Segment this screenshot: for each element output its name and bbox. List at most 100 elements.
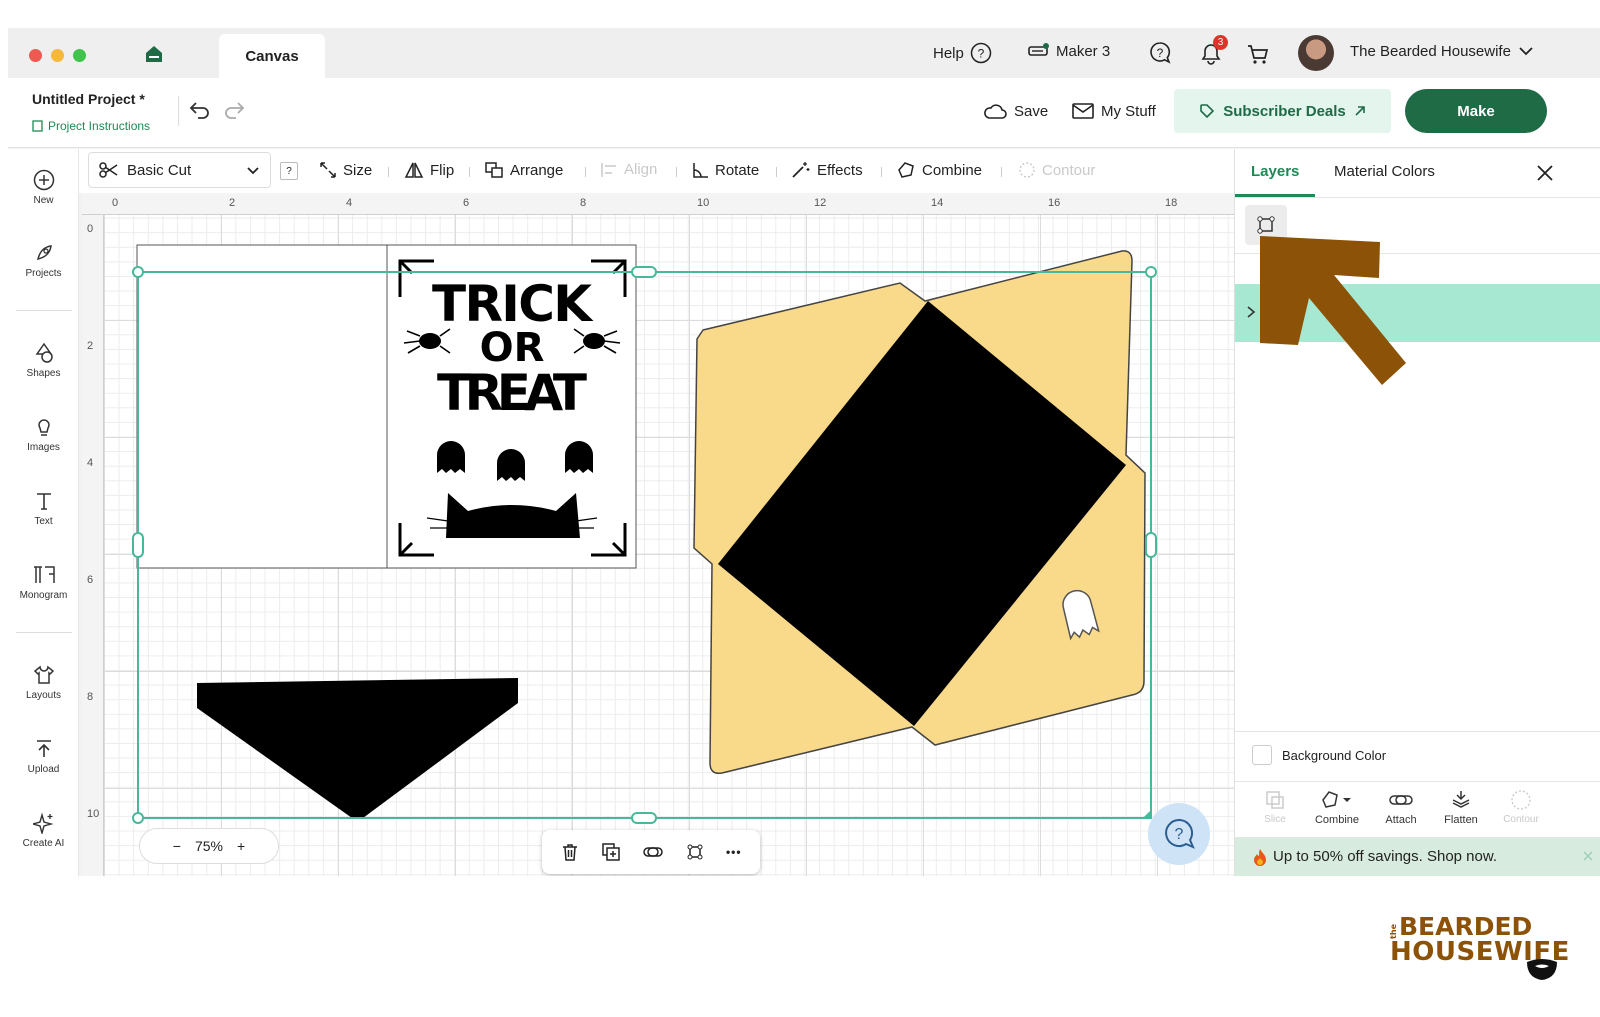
- nav-layouts[interactable]: Layouts: [8, 664, 79, 701]
- header-divider: [178, 96, 179, 126]
- nav-create-ai-label: Create AI: [22, 838, 65, 849]
- combine-button[interactable]: Combine: [1311, 789, 1363, 826]
- save-button[interactable]: Save: [983, 102, 1048, 120]
- align-tool[interactable]: Align: [600, 161, 657, 178]
- minimize-window-button[interactable]: [51, 49, 64, 62]
- attach-link-icon[interactable]: [642, 842, 664, 862]
- design-artwork[interactable]: TRICK OR TREAT: [82, 193, 1234, 876]
- combine-dropdown-icon: [1322, 791, 1351, 808]
- external-arrow-icon: [1355, 106, 1365, 116]
- undo-icon[interactable]: [188, 98, 212, 127]
- combine-icon: [898, 162, 914, 178]
- save-label: Save: [1014, 102, 1049, 120]
- subscriber-deals-button[interactable]: Subscriber Deals: [1174, 89, 1391, 133]
- quick-actions-bar: •••: [542, 830, 760, 874]
- user-name: The Bearded Housewife: [1350, 42, 1511, 60]
- more-options-button[interactable]: •••: [726, 845, 742, 859]
- zoom-window-button[interactable]: [73, 49, 86, 62]
- promo-banner[interactable]: Up to 50% off savings. Shop now.: [1235, 837, 1600, 876]
- arrange-icon: [485, 162, 503, 178]
- slice-icon: [1266, 791, 1284, 809]
- edit-toolbar: Basic Cut ? Size Flip Arrange Align Rota…: [8, 149, 1234, 193]
- help-bubble-icon: ?: [1165, 818, 1195, 849]
- scissors-icon: [99, 162, 118, 178]
- flip-label: Flip: [430, 161, 455, 179]
- close-window-button[interactable]: [29, 49, 42, 62]
- duplicate-icon[interactable]: [601, 842, 621, 862]
- operation-help-button[interactable]: ?: [280, 162, 298, 180]
- svg-text:?: ?: [1157, 46, 1164, 60]
- attach-button[interactable]: Attach: [1379, 789, 1423, 826]
- nav-create-ai[interactable]: Create AI: [8, 812, 79, 849]
- effects-tool[interactable]: Effects: [791, 161, 863, 179]
- contour-button[interactable]: Contour: [1499, 789, 1543, 825]
- operation-label: Basic Cut: [127, 161, 192, 179]
- question-bubble-icon[interactable]: ?: [1148, 41, 1172, 70]
- close-promo-icon[interactable]: [1583, 851, 1593, 861]
- tag-icon: [1200, 104, 1215, 119]
- tab-canvas[interactable]: Canvas: [219, 34, 325, 78]
- plus-circle-icon: [33, 169, 54, 191]
- operation-dropdown[interactable]: Basic Cut: [88, 152, 271, 188]
- contour-tool[interactable]: Contour: [1018, 161, 1095, 179]
- nav-monogram[interactable]: Monogram: [8, 564, 79, 601]
- arrange-tool[interactable]: Arrange: [484, 161, 563, 179]
- account-menu[interactable]: The Bearded Housewife: [1350, 42, 1535, 60]
- contour-icon: [1511, 790, 1531, 810]
- project-instructions-link[interactable]: Project Instructions: [32, 119, 150, 133]
- tab-layers[interactable]: Layers: [1251, 163, 1299, 180]
- nav-upload[interactable]: Upload: [8, 738, 79, 775]
- monogram-icon: [33, 566, 55, 583]
- help-label: Help: [933, 44, 964, 62]
- zoom-out-button[interactable]: −: [173, 838, 181, 854]
- size-tool[interactable]: Size: [319, 161, 372, 179]
- slice-button[interactable]: Slice: [1255, 789, 1295, 825]
- make-button[interactable]: Make: [1405, 89, 1547, 133]
- project-header: Untitled Project * Project Instructions …: [8, 78, 1600, 148]
- redo-icon[interactable]: [222, 98, 246, 127]
- nav-upload-label: Upload: [27, 764, 60, 775]
- avatar[interactable]: [1298, 35, 1334, 71]
- beard-logo-icon: [1527, 959, 1557, 980]
- background-color-swatch[interactable]: [1252, 745, 1272, 765]
- tab-material-colors[interactable]: Material Colors: [1334, 163, 1435, 180]
- shapes-icon: [35, 342, 53, 363]
- close-panel-icon[interactable]: [1535, 163, 1555, 188]
- my-stuff-button[interactable]: My Stuff: [1072, 102, 1156, 120]
- lightbulb-icon: [37, 419, 50, 436]
- design-canvas[interactable]: 0 2 4 6 8 10 12 14 16 18 0 2 4 6 8 10 TR…: [82, 193, 1234, 876]
- nav-new[interactable]: New: [8, 169, 79, 206]
- nav-text[interactable]: Text: [8, 490, 79, 527]
- zoom-in-button[interactable]: +: [237, 838, 245, 854]
- machine-selector[interactable]: Maker 3: [1028, 42, 1110, 60]
- svg-text:?: ?: [978, 47, 985, 61]
- cart-icon[interactable]: [1246, 42, 1270, 71]
- group-icon[interactable]: [685, 842, 705, 862]
- help-chat-button[interactable]: ?: [1148, 803, 1210, 865]
- fire-icon: [1254, 848, 1266, 866]
- zoom-level: 75%: [194, 838, 224, 854]
- rotate-tool[interactable]: Rotate: [691, 161, 759, 179]
- home-icon[interactable]: [144, 44, 164, 69]
- design-space-window: Canvas Help ? Maker 3 ? 3 The Bearded Ho…: [8, 28, 1600, 876]
- sparkle-icon: [32, 812, 54, 834]
- flip-tool[interactable]: Flip: [404, 161, 454, 179]
- project-title[interactable]: Untitled Project *: [32, 91, 145, 107]
- document-icon: [32, 120, 43, 132]
- flatten-button[interactable]: Flatten: [1439, 789, 1483, 826]
- svg-text:?: ?: [1175, 826, 1184, 843]
- flatten-icon: [1452, 791, 1470, 808]
- help-button[interactable]: Help ?: [933, 42, 992, 64]
- nav-shapes[interactable]: Shapes: [8, 342, 79, 379]
- resize-arrows-icon: [320, 162, 336, 178]
- nav-projects[interactable]: Projects: [8, 242, 79, 279]
- nav-images[interactable]: Images: [8, 416, 79, 453]
- chevron-down-icon: [1519, 47, 1533, 56]
- nav-projects-label: Projects: [25, 268, 62, 279]
- upload-icon: [36, 740, 51, 757]
- combine-tool[interactable]: Combine: [896, 161, 982, 179]
- design-text-treat: TREAT: [437, 364, 587, 422]
- help-circle-icon: ?: [970, 42, 992, 64]
- nav-new-label: New: [33, 195, 54, 206]
- trash-icon[interactable]: [560, 842, 580, 862]
